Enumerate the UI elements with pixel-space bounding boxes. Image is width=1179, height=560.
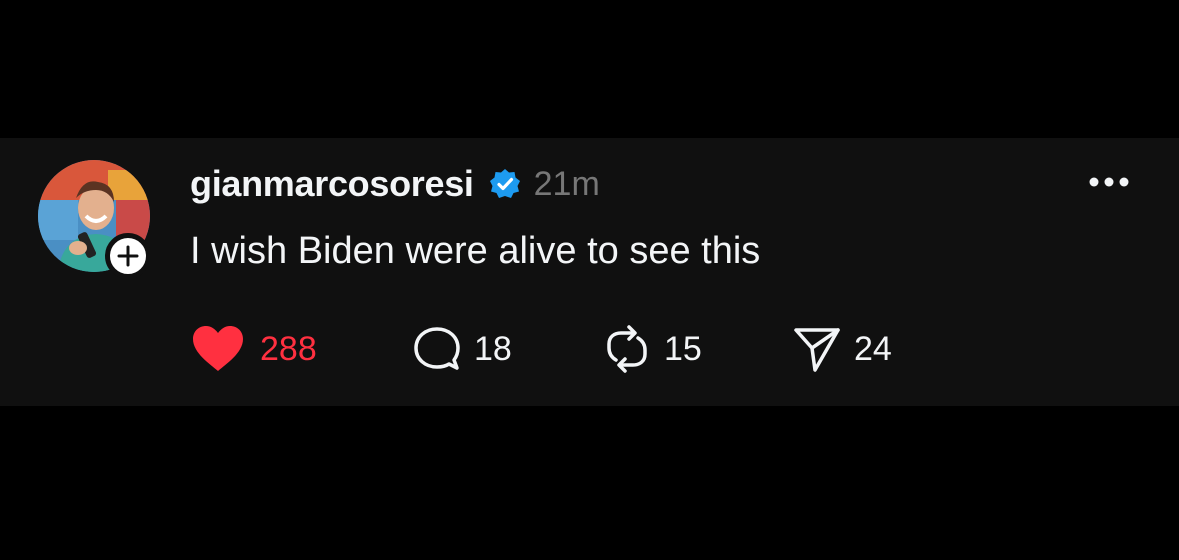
share-button[interactable]: 24 [792,323,892,375]
plus-icon [117,245,139,267]
post-header: gianmarcosoresi 21m [190,163,600,205]
heart-icon [193,326,243,371]
comment-icon [414,327,460,370]
share-icon [794,328,840,372]
verified-badge-icon [488,167,522,201]
like-count: 288 [260,329,317,368]
reply-button[interactable]: 18 [412,323,602,375]
follow-button[interactable] [105,233,151,279]
more-options-button[interactable] [1086,172,1132,192]
reply-count: 18 [474,329,512,368]
repost-button[interactable]: 15 [602,323,792,375]
action-bar: 288 18 15 24 [190,323,892,375]
thread-post: gianmarcosoresi 21m I wish Biden were al… [0,138,1179,406]
more-icon [1089,177,1129,187]
share-count: 24 [854,329,892,368]
username[interactable]: gianmarcosoresi [190,163,474,205]
repost-icon [607,325,647,373]
repost-count: 15 [664,329,702,368]
post-timestamp: 21m [533,164,600,203]
post-text: I wish Biden were alive to see this [190,230,761,272]
like-button[interactable]: 288 [190,323,412,375]
